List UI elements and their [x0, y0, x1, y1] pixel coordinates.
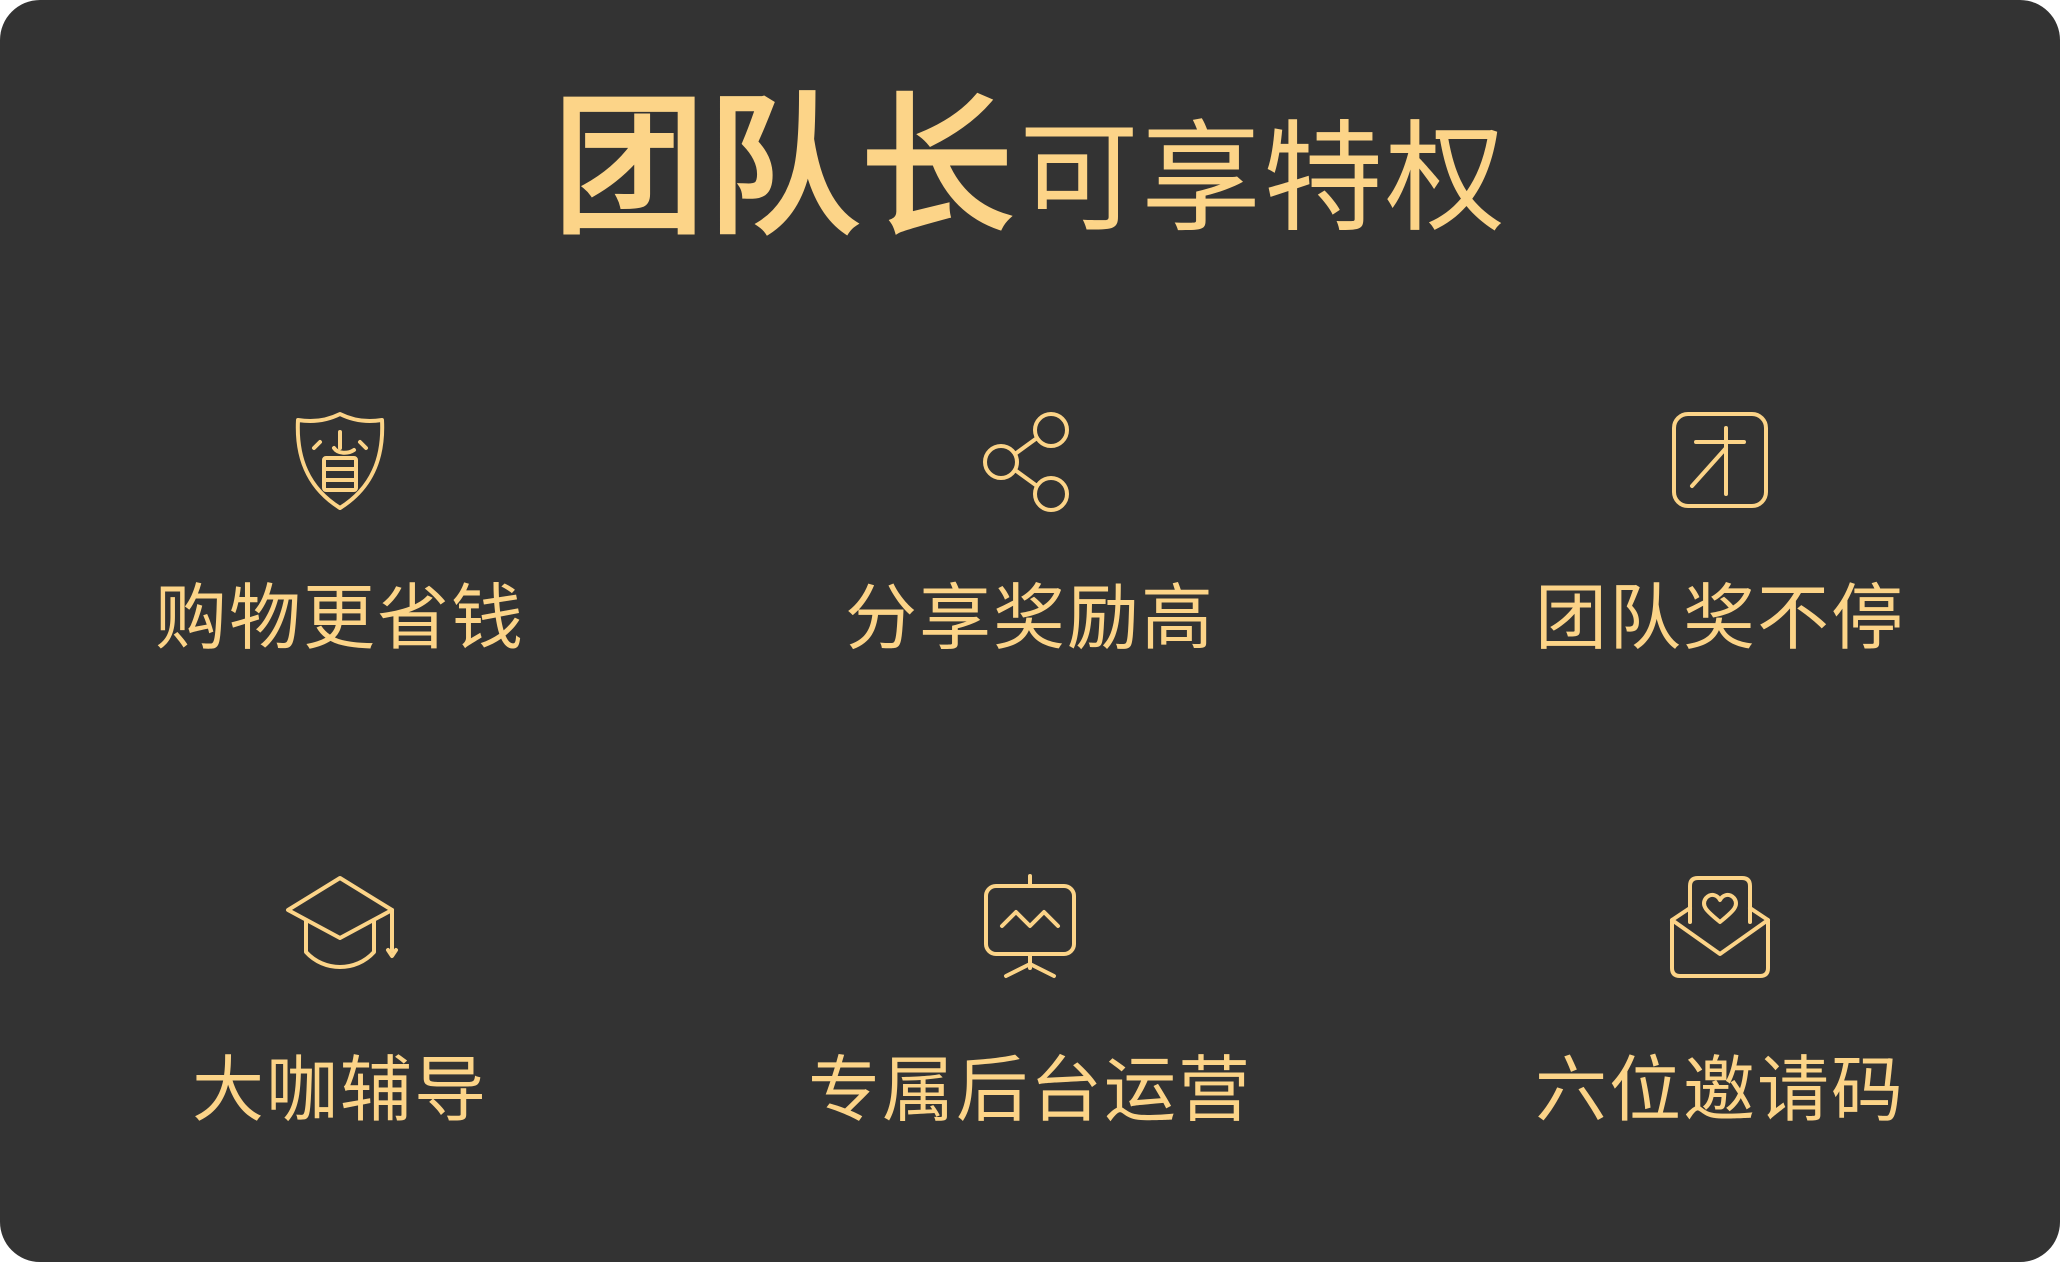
graduation-cap-icon [280, 868, 400, 988]
privilege-label: 团队奖不停 [1534, 576, 1905, 660]
invite-envelope-icon [1660, 868, 1780, 988]
share-icon [970, 400, 1090, 520]
privilege-item-share: 分享奖励高 [750, 400, 1310, 740]
privilege-label: 专属后台运营 [807, 1048, 1252, 1132]
privilege-label: 六位邀请码 [1534, 1048, 1905, 1132]
privilege-label: 分享奖励高 [844, 576, 1215, 660]
privilege-item-coaching: 大咖辅导 [60, 868, 620, 1208]
privilege-label: 购物更省钱 [154, 576, 525, 660]
privileges-card: 团队长可享特权 购物更省钱 分享奖励高 团队奖不停 大咖辅导 专属后台运营 六位… [0, 0, 2060, 1262]
dashboard-screen-icon [970, 868, 1090, 988]
privilege-label: 大咖辅导 [191, 1048, 488, 1132]
privilege-item-shopping: 购物更省钱 [60, 400, 620, 740]
talent-box-icon [1660, 400, 1780, 520]
privilege-item-backend: 专属后台运营 [750, 868, 1310, 1208]
privilege-item-team-reward: 团队奖不停 [1440, 400, 2000, 740]
privilege-item-invite-code: 六位邀请码 [1440, 868, 2000, 1208]
shield-save-icon [280, 400, 400, 520]
privileges-grid: 购物更省钱 分享奖励高 团队奖不停 大咖辅导 专属后台运营 六位邀请码 [0, 0, 2060, 1262]
